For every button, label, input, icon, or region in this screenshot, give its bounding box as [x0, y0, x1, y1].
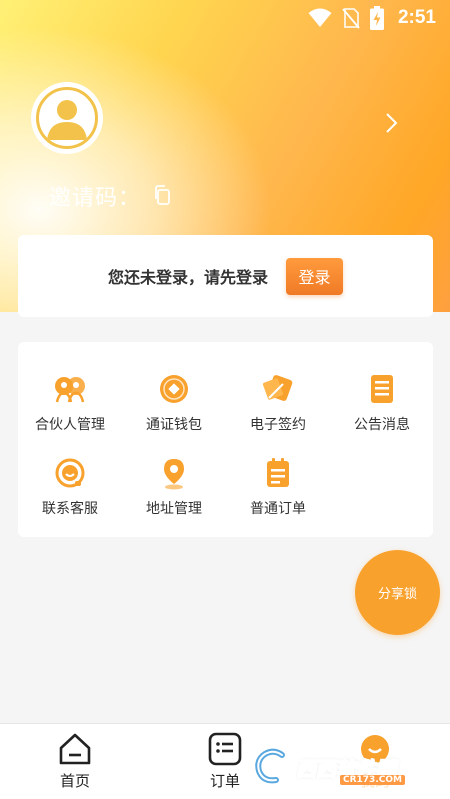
menu-item-label: 通证钱包	[146, 417, 202, 433]
menu-item-notice[interactable]: 公告消息	[330, 366, 434, 438]
share-button[interactable]: 分享锁	[355, 550, 440, 635]
menu-item-label: 联系客服	[42, 501, 98, 517]
chevron-right-icon[interactable]	[382, 112, 402, 134]
login-button[interactable]: 登录	[286, 257, 343, 295]
status-bar: 2:51	[0, 0, 450, 36]
menu-item-customer-service[interactable]: 联系客服	[18, 450, 122, 522]
notice-icon	[371, 375, 393, 403]
order-list-icon	[267, 458, 289, 487]
customer-service-icon	[55, 458, 85, 488]
wifi-icon	[308, 8, 332, 27]
location-pin-icon	[164, 459, 184, 490]
e-sign-icon	[262, 375, 293, 401]
user-avatar-icon	[47, 100, 87, 140]
share-button-label: 分享锁	[377, 587, 417, 602]
copy-icon[interactable]	[153, 184, 173, 206]
menu-item-partners[interactable]: 合伙人管理	[18, 366, 122, 438]
orders-icon	[208, 732, 242, 766]
menu-item-label: 电子签约	[250, 417, 306, 433]
menu-item-coin-wallet[interactable]: 通证钱包	[122, 366, 226, 438]
coin-wallet-icon	[160, 375, 188, 403]
menu-item-orders[interactable]: 普通订单	[226, 450, 330, 522]
menu-grid: 合伙人管理 通证钱包 电子签约 公告消息 联系客服 地址管理 普通订单	[18, 342, 433, 537]
nav-item-home[interactable]: 首页	[15, 724, 135, 799]
menu-item-label: 普通订单	[250, 501, 306, 517]
menu-item-address[interactable]: 地址管理	[122, 450, 226, 522]
login-card: 您还未登录，请先登录 登录	[18, 235, 433, 317]
menu-item-label: 合伙人管理	[35, 417, 105, 433]
partners-icon	[55, 377, 85, 403]
login-prompt: 您还未登录，请先登录	[107, 268, 268, 287]
status-time: 2:51	[397, 7, 436, 28]
home-icon	[59, 733, 91, 765]
menu-item-label: 公告消息	[354, 417, 410, 433]
no-sim-icon	[342, 8, 360, 29]
invite-code-label: 邀请码：	[49, 186, 142, 211]
watermark-logo-icon	[255, 748, 285, 784]
nav-label: 订单	[209, 772, 240, 790]
avatar[interactable]	[31, 82, 103, 154]
menu-item-label: 地址管理	[146, 501, 202, 517]
watermark-subtext: CR173.COM	[340, 775, 405, 785]
menu-item-e-sign[interactable]: 电子签约	[226, 366, 330, 438]
battery-charging-icon	[369, 6, 384, 30]
watermark: 西西软件园 CR173.COM	[252, 742, 432, 792]
nav-label: 首页	[59, 772, 90, 790]
invite-code: 邀请码：	[49, 180, 141, 212]
